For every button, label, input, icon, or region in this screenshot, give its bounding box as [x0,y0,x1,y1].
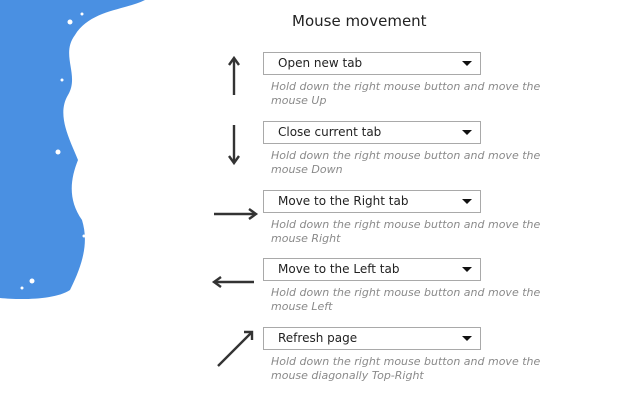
chevron-down-icon [462,336,472,341]
arrow-down-icon [228,125,240,166]
gesture-action-selected-top-right: Refresh page [278,331,358,345]
gesture-row-left: Move to the Left tab Hold down the right… [0,258,640,324]
arrow-left-icon [211,276,254,288]
gesture-description-top-right: Hold down the right mouse button and mov… [271,355,541,382]
gesture-description-down: Hold down the right mouse button and mov… [271,149,541,176]
gesture-action-select-right[interactable]: Move to the Right tab [263,190,481,213]
gesture-description-right: Hold down the right mouse button and mov… [271,218,541,245]
arrow-up-icon [228,55,240,95]
gesture-action-select-down[interactable]: Close current tab [263,121,481,144]
chevron-down-icon [462,61,472,66]
chevron-down-icon [462,199,472,204]
gesture-action-selected-down: Close current tab [278,125,382,139]
gesture-description-left: Hold down the right mouse button and mov… [271,286,541,313]
gesture-action-select-left[interactable]: Move to the Left tab [263,258,481,281]
chevron-down-icon [462,130,472,135]
gesture-row-top-right: Refresh page Hold down the right mouse b… [0,327,640,393]
chevron-down-icon [462,267,472,272]
gesture-row-up: Open new tab Hold down the right mouse b… [0,52,640,118]
gesture-action-select-top-right[interactable]: Refresh page [263,327,481,350]
page-title: Mouse movement [292,12,427,30]
gesture-row-right: Move to the Right tab Hold down the righ… [0,190,640,256]
gesture-action-selected-left: Move to the Left tab [278,262,400,276]
gesture-description-up: Hold down the right mouse button and mov… [271,80,541,107]
gesture-action-selected-right: Move to the Right tab [278,194,409,208]
gesture-action-select-up[interactable]: Open new tab [263,52,481,75]
arrow-right-icon [214,208,259,220]
gesture-action-selected-up: Open new tab [278,56,363,70]
gesture-row-down: Close current tab Hold down the right mo… [0,121,640,187]
arrow-top-right-icon [217,330,254,367]
